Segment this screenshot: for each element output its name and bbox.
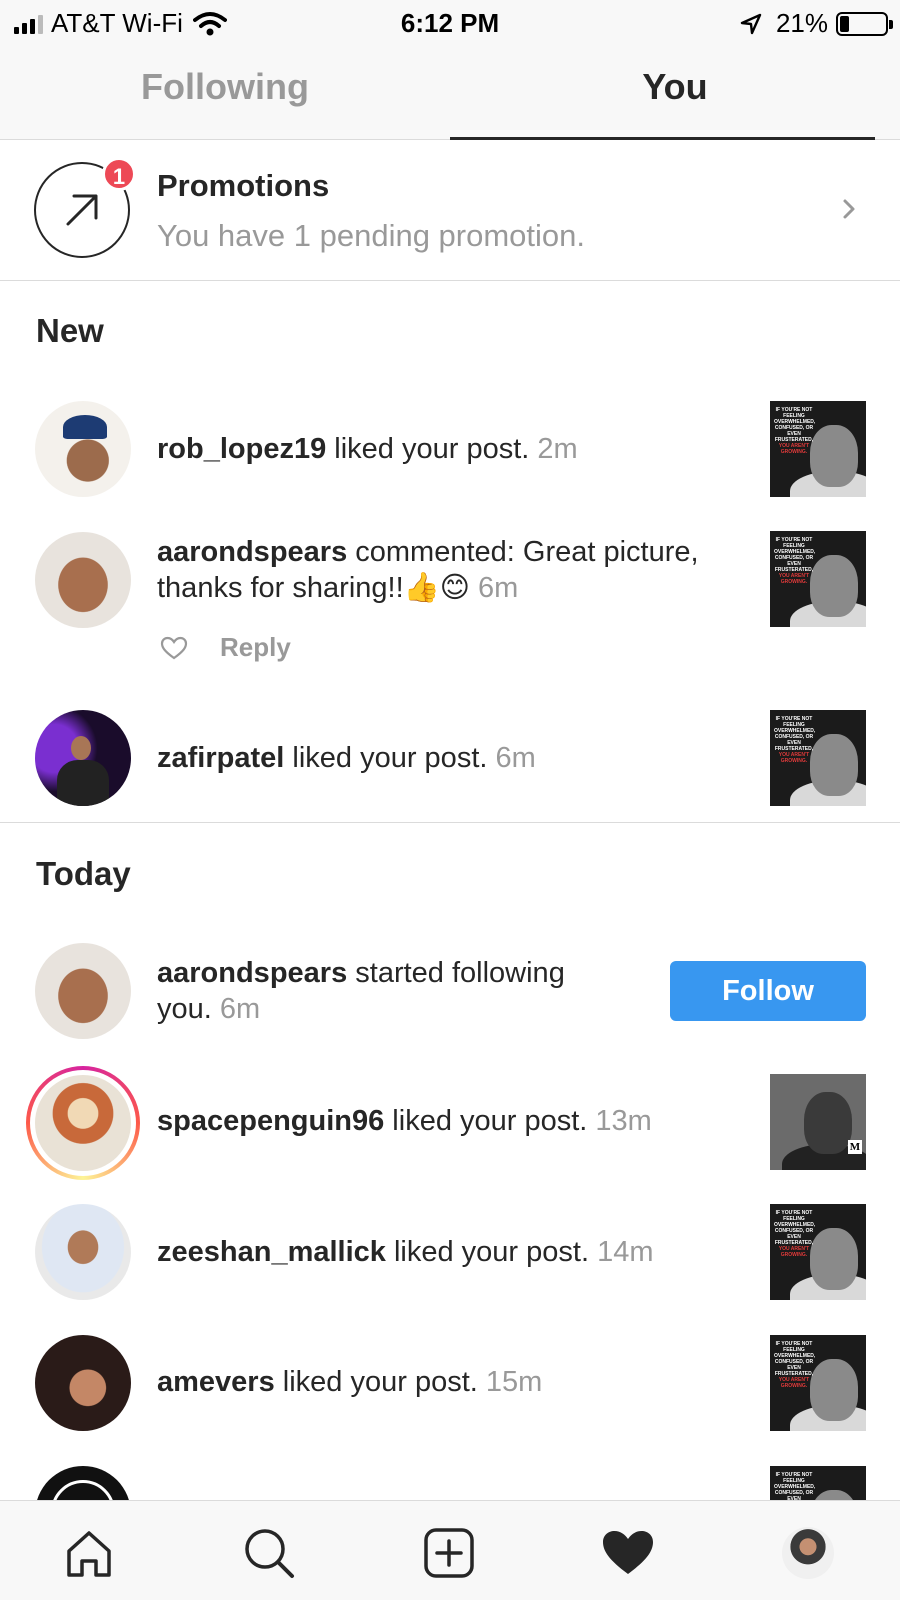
avatar[interactable]	[35, 1335, 131, 1431]
notification-text: aarondspears started following you. 6m	[157, 955, 627, 1027]
notification-text: zeeshan_mallick liked your post. 14m	[157, 1234, 757, 1270]
nav-profile[interactable]	[778, 1523, 838, 1583]
avatar	[35, 1075, 131, 1171]
username-link[interactable]: spacepenguin96	[157, 1105, 384, 1137]
thumbnail-caption: IF YOU'RE NOT FEELING OVERWHELMED, CONFU…	[774, 1341, 816, 1377]
thumbnail-caption-red: YOU AREN'T GROWING.	[778, 1246, 810, 1258]
post-thumbnail[interactable]: IF YOU'RE NOT FEELING OVERWHELMED, CONFU…	[770, 531, 866, 627]
thumbnail-caption-red: YOU AREN'T GROWING.	[778, 443, 810, 455]
username-link[interactable]: amevers	[157, 1366, 275, 1398]
post-thumbnail[interactable]: IF YOU'RE NOT FEELING OVERWHELMED, CONFU…	[770, 401, 866, 497]
section-today-heading: Today	[36, 855, 131, 892]
avatar[interactable]	[35, 401, 131, 497]
post-thumbnail[interactable]: M	[770, 1074, 866, 1170]
avatar[interactable]	[35, 943, 131, 1039]
timestamp: 6m	[495, 742, 536, 774]
search-icon	[245, 1529, 294, 1578]
add-post-icon	[424, 1528, 474, 1578]
promotions-row[interactable]: 1 Promotions You have 1 pending promotio…	[0, 140, 900, 281]
battery-percent: 21%	[775, 8, 828, 38]
thumbnail-caption: IF YOU'RE NOT FEELING OVERWHELMED, CONFU…	[774, 716, 816, 752]
promotions-subtitle: You have 1 pending promotion.	[157, 218, 586, 253]
notification-text: aarondspears commented: Great picture, t…	[157, 534, 757, 606]
timestamp: 6m	[478, 572, 519, 604]
activity-tabs: Following You	[0, 44, 900, 140]
post-thumbnail[interactable]: IF YOU'RE NOT FEELING OVERWHELMED, CONFU…	[770, 1335, 866, 1431]
status-bar: AT&T Wi-Fi 6:12 PM 21%	[0, 0, 900, 44]
avatar-story-ring[interactable]	[26, 1066, 140, 1180]
notification-badge: 1	[102, 157, 136, 191]
timestamp: 13m	[595, 1105, 652, 1137]
nav-activity[interactable]	[598, 1523, 658, 1583]
medium-logo: M	[848, 1140, 862, 1154]
username-link[interactable]: zafirpatel	[157, 742, 284, 774]
profile-avatar	[782, 1527, 834, 1579]
thumbnail-caption-red: YOU AREN'T GROWING.	[778, 752, 810, 764]
avatar[interactable]	[35, 532, 131, 628]
post-thumbnail[interactable]: IF YOU'RE NOT FEELING OVERWHELMED, CONFU…	[770, 710, 866, 806]
thumbnail-caption: IF YOU'RE NOT FEELING OVERWHELMED, CONFU…	[774, 537, 816, 573]
username-link[interactable]: aarondspears	[157, 536, 347, 568]
notification-message: liked your post.	[284, 742, 496, 774]
battery-icon	[836, 11, 893, 36]
avatar[interactable]	[35, 1204, 131, 1300]
notification-text: amevers liked your post. 15m	[157, 1364, 757, 1400]
notification-message: liked your post.	[385, 1236, 598, 1268]
promotions-title: Promotions	[157, 168, 330, 203]
notification-message: liked your post.	[384, 1105, 596, 1137]
chevron-right-icon	[843, 199, 855, 219]
section-divider	[0, 822, 900, 823]
notification-text: spacepenguin96 liked your post. 13m	[157, 1103, 757, 1139]
reply-button[interactable]: Reply	[220, 632, 291, 663]
thumbnail-caption-red: YOU AREN'T GROWING.	[778, 1377, 810, 1389]
nav-new-post[interactable]	[419, 1523, 479, 1583]
bottom-nav	[0, 1500, 900, 1600]
status-right: 21%	[740, 8, 893, 39]
thumbnail-caption: IF YOU'RE NOT FEELING OVERWHELMED, CONFU…	[774, 407, 816, 443]
notification-message: liked your post.	[326, 433, 538, 465]
post-thumbnail[interactable]: IF YOU'RE NOT FEELING OVERWHELMED, CONFU…	[770, 1204, 866, 1300]
section-new-heading: New	[36, 312, 104, 349]
notification-text: zafirpatel liked your post. 6m	[157, 740, 747, 776]
nav-home[interactable]	[59, 1523, 119, 1583]
notification-text: rob_lopez19 liked your post. 2m	[157, 431, 747, 467]
location-arrow-icon	[740, 13, 762, 34]
heart-icon	[603, 1531, 653, 1574]
username-link[interactable]: aarondspears	[157, 957, 347, 989]
heart-outline-icon[interactable]	[160, 636, 188, 660]
username-link[interactable]: rob_lopez19	[157, 433, 326, 465]
thumbnail-caption: IF YOU'RE NOT FEELING OVERWHELMED, CONFU…	[774, 1210, 816, 1246]
tab-following[interactable]: Following	[0, 66, 450, 108]
notification-message: liked your post.	[274, 1366, 486, 1398]
follow-button[interactable]: Follow	[670, 961, 866, 1021]
tab-you[interactable]: You	[450, 66, 900, 108]
avatar[interactable]	[35, 710, 131, 806]
username-link[interactable]: zeeshan_mallick	[157, 1236, 386, 1268]
home-icon	[67, 1531, 111, 1577]
timestamp: 15m	[485, 1366, 543, 1398]
thumbnail-caption-red: YOU AREN'T GROWING.	[778, 573, 810, 585]
comment-actions: Reply	[160, 632, 291, 663]
timestamp: 6m	[219, 993, 261, 1025]
timestamp: 2m	[537, 433, 578, 465]
nav-search[interactable]	[239, 1523, 299, 1583]
timestamp: 14m	[597, 1236, 654, 1268]
